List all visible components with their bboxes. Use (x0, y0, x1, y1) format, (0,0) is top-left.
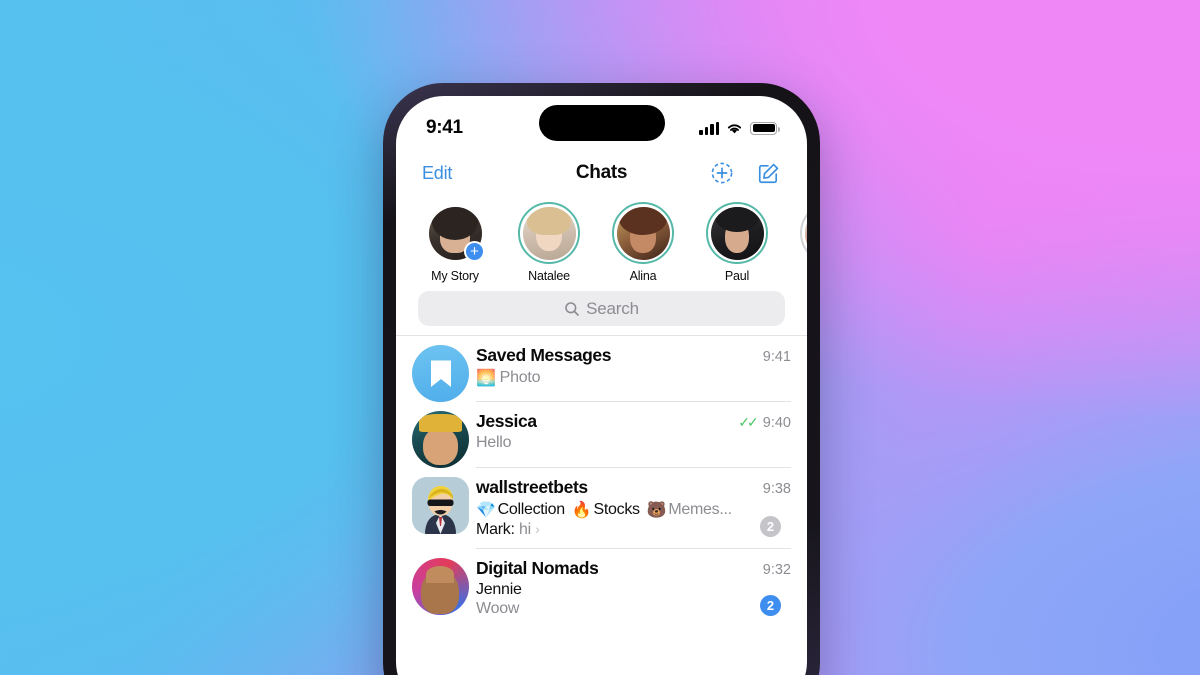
edit-button[interactable]: Edit (422, 163, 452, 184)
chat-time: 9:40 (762, 414, 791, 431)
status-indicators (699, 121, 780, 135)
diamond-emoji: 💎 (476, 502, 496, 519)
story-label: My Story (431, 269, 479, 283)
bear-emoji: 🐻 (646, 502, 667, 519)
fire-emoji: 🔥 (571, 502, 592, 519)
compose-icon[interactable] (756, 161, 781, 186)
topic-stocks[interactable]: 🔥 Stocks (572, 500, 640, 520)
phone-screen: 9:41 Edit Chats + My Story Natalee Alina… (396, 96, 807, 675)
chat-title: wallstreetbets (476, 477, 588, 497)
story-ring (706, 202, 768, 264)
stories-strip[interactable]: + My Story Natalee Alina Paul (396, 196, 807, 287)
chat-preview-text: Photo (499, 369, 541, 386)
story-label: Paul (724, 269, 750, 283)
chat-row-digital-nomads[interactable]: Digital Nomads 9:32 Jennie Woow 2 (396, 549, 807, 627)
message-sender: Mark: (476, 521, 515, 538)
search-placeholder: Search (586, 298, 639, 318)
story-label: Natalee (528, 269, 570, 283)
search-icon (565, 301, 580, 316)
signal-bars-icon (699, 121, 719, 135)
chat-title: Digital Nomads (476, 558, 599, 578)
message-sender: Jennie (476, 581, 791, 599)
topic-collection[interactable]: 💎 Collection (476, 500, 565, 520)
topic-memes[interactable]: 🐻 Memes... (647, 500, 732, 520)
chat-list[interactable]: Saved Messages 9:41 🌅 Photo Jessica ✓✓ 9… (396, 335, 807, 627)
status-time: 9:41 (426, 117, 463, 138)
dynamic-island (538, 105, 665, 141)
chat-preview-text: Woow (476, 600, 520, 617)
read-receipt-double-check-icon: ✓✓ (738, 414, 759, 430)
message-snippet: hi (518, 521, 531, 538)
story-ring (518, 202, 580, 264)
search-input[interactable]: Search (418, 291, 785, 326)
wsb-cartoon-avatar (412, 477, 469, 534)
chat-preview: 🌅 Photo (476, 368, 791, 388)
topic-label: Collection (497, 501, 566, 518)
avatar (616, 206, 670, 260)
chat-title: Jessica (476, 411, 537, 431)
photo-thumb-emoji: 🌅 (476, 370, 496, 387)
chat-time: 9:38 (762, 481, 791, 497)
wifi-icon (727, 123, 742, 133)
add-story-plus-icon[interactable]: + (464, 241, 485, 262)
unread-badge: 2 (760, 595, 781, 616)
sender-name: Jennie (476, 581, 522, 598)
avatar (412, 411, 469, 468)
chat-row-wallstreetbets[interactable]: wallstreetbets 9:38 💎 Collection 🔥 Stock… (396, 468, 807, 549)
chat-preview: Hello (476, 434, 791, 452)
phone-device-frame: 9:41 Edit Chats + My Story Natalee Alina… (383, 83, 820, 675)
avatar (412, 345, 469, 402)
avatar (710, 206, 764, 260)
chat-time: 9:32 (762, 562, 791, 578)
chat-topics: 💎 Collection 🔥 Stocks 🐻 Memes... (476, 500, 791, 520)
avatar (412, 477, 469, 534)
topic-label: Memes... (668, 501, 732, 518)
navigation-bar: Edit Chats (396, 150, 807, 196)
story-item-my-story[interactable]: + My Story (420, 202, 490, 283)
story-item-alina[interactable]: Alina (608, 202, 678, 283)
story-ring (800, 202, 807, 264)
chat-time: 9:41 (762, 349, 791, 365)
story-item-paul[interactable]: Paul (702, 202, 772, 283)
battery-icon (750, 121, 780, 135)
story-item-natalee[interactable]: Natalee (514, 202, 584, 283)
chevron-right-icon: › (535, 521, 540, 537)
chat-last-message: Mark: hi › (476, 521, 791, 539)
topic-label: Stocks (593, 501, 641, 518)
story-label: Emma (796, 269, 807, 283)
add-circle-dashed-icon[interactable] (710, 161, 734, 185)
status-bar: 9:41 (396, 96, 807, 150)
unread-badge: 2 (760, 516, 781, 537)
saved-messages-bookmark-icon (412, 345, 469, 402)
story-ring: + (424, 202, 486, 264)
chat-row-jessica[interactable]: Jessica ✓✓ 9:40 Hello (396, 402, 807, 468)
chat-row-saved-messages[interactable]: Saved Messages 9:41 🌅 Photo (396, 336, 807, 402)
avatar (412, 558, 469, 615)
avatar (522, 206, 576, 260)
chat-title: Saved Messages (476, 345, 612, 365)
story-item-emma[interactable]: Emma (796, 202, 807, 283)
chat-preview-text: Hello (476, 434, 512, 451)
avatar (804, 206, 807, 260)
story-label: Alina (629, 269, 657, 283)
search-container: Search (396, 287, 807, 335)
story-ring (612, 202, 674, 264)
